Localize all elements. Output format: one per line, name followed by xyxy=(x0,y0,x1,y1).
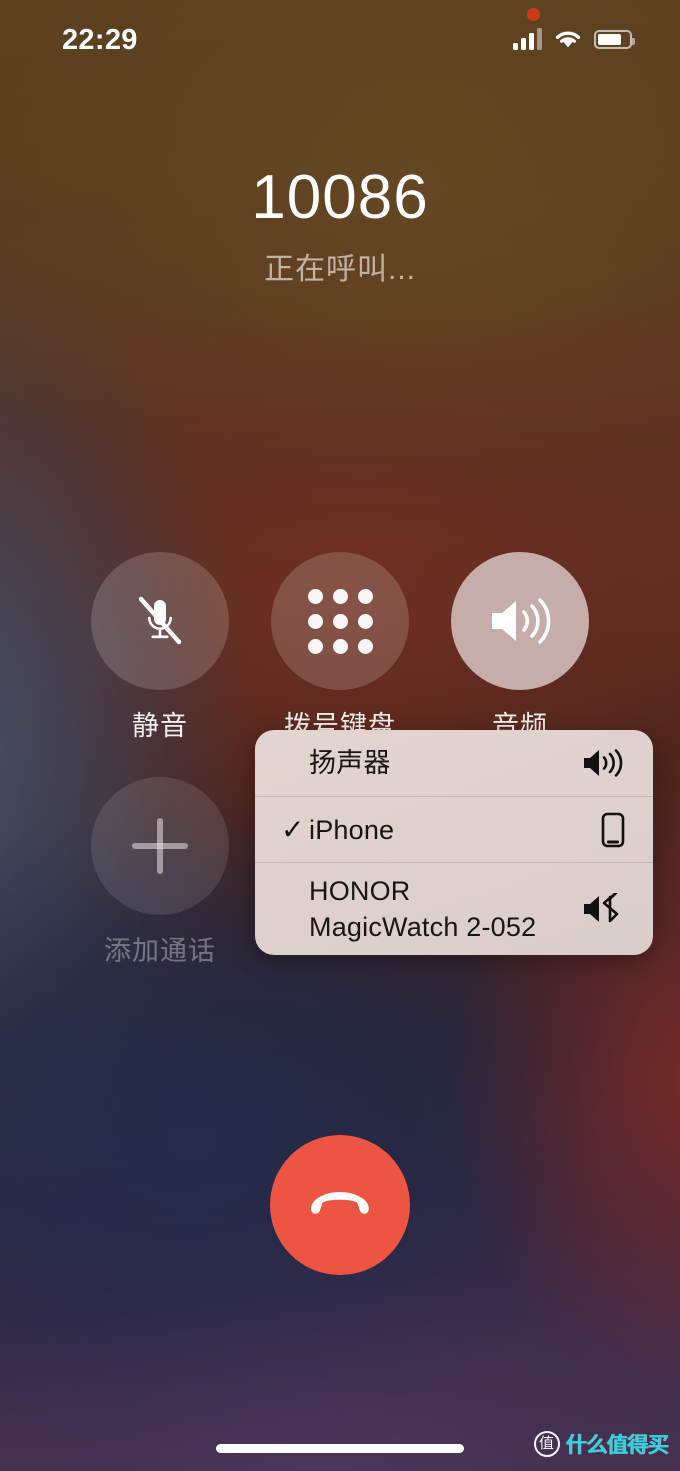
end-call-area xyxy=(0,1135,680,1275)
watermark-text: 什么值得买 xyxy=(565,1434,669,1457)
audio-route-bluetooth[interactable]: HONOR MagicWatch 2-052 xyxy=(255,862,653,955)
audio-route-speaker-label: 扬声器 xyxy=(309,748,391,778)
microphone-muted-icon xyxy=(138,596,182,645)
keypad-button-circle[interactable] xyxy=(271,552,409,690)
cellular-signal-icon xyxy=(513,28,542,50)
home-indicator[interactable] xyxy=(216,1444,464,1453)
add-call-button-circle[interactable] xyxy=(91,777,229,915)
status-bar-time: 22:29 xyxy=(62,24,138,56)
caller-info: 10086 正在呼叫... xyxy=(0,162,680,288)
hang-up-icon xyxy=(311,1192,369,1214)
battery-icon xyxy=(594,29,635,49)
audio-route-bluetooth-icon-wrap xyxy=(577,893,625,925)
audio-route-speaker[interactable]: 扬声器 xyxy=(255,730,653,796)
audio-route-iphone[interactable]: ✓ iPhone xyxy=(255,796,653,862)
mute-button-label: 静音 xyxy=(132,711,188,741)
add-call-button[interactable]: 添加通话 xyxy=(91,777,229,968)
audio-route-iphone-check: ✓ xyxy=(281,813,305,845)
audio-route-popup: 扬声器 ✓ iPhone HONOR MagicWatch 2-052 xyxy=(255,730,653,955)
watermark: 值 什么值得买 xyxy=(533,1429,669,1459)
call-screen: 22:29 10086 正在呼叫... 静音 拨号键盘 音频 添加通话 扬声器 … xyxy=(0,0,680,1471)
audio-route-speaker-icon-wrap xyxy=(577,747,625,779)
status-bar-indicators xyxy=(513,28,635,50)
recording-indicator-icon xyxy=(527,8,540,21)
speaker-waves-icon xyxy=(584,749,623,777)
keypad-icon xyxy=(307,588,373,654)
audio-route-iphone-label: iPhone xyxy=(309,814,395,845)
speaker-waves-icon xyxy=(492,598,551,644)
wifi-icon xyxy=(555,31,581,48)
mute-button[interactable]: 静音 xyxy=(91,552,229,743)
call-actions-row-1: 静音 拨号键盘 音频 xyxy=(0,552,680,743)
add-call-button-label: 添加通话 xyxy=(104,936,216,966)
mute-button-circle[interactable] xyxy=(91,552,229,690)
plus-icon xyxy=(132,818,188,874)
bluetooth-speaker-icon xyxy=(584,893,619,923)
audio-button[interactable]: 音频 xyxy=(451,552,589,743)
call-status-text: 正在呼叫... xyxy=(263,253,416,286)
audio-route-iphone-icon-wrap xyxy=(577,812,625,848)
battery-fill xyxy=(598,33,622,45)
caller-number: 10086 xyxy=(251,163,429,232)
end-call-button[interactable] xyxy=(270,1135,410,1275)
status-bar: 22:29 xyxy=(0,0,680,72)
keypad-button[interactable]: 拨号键盘 xyxy=(271,552,409,743)
watermark-badge: 值 xyxy=(533,1431,560,1457)
iphone-device-icon xyxy=(601,812,625,847)
audio-button-circle[interactable] xyxy=(451,552,589,690)
audio-route-bluetooth-label: HONOR MagicWatch 2-052 xyxy=(309,876,537,942)
